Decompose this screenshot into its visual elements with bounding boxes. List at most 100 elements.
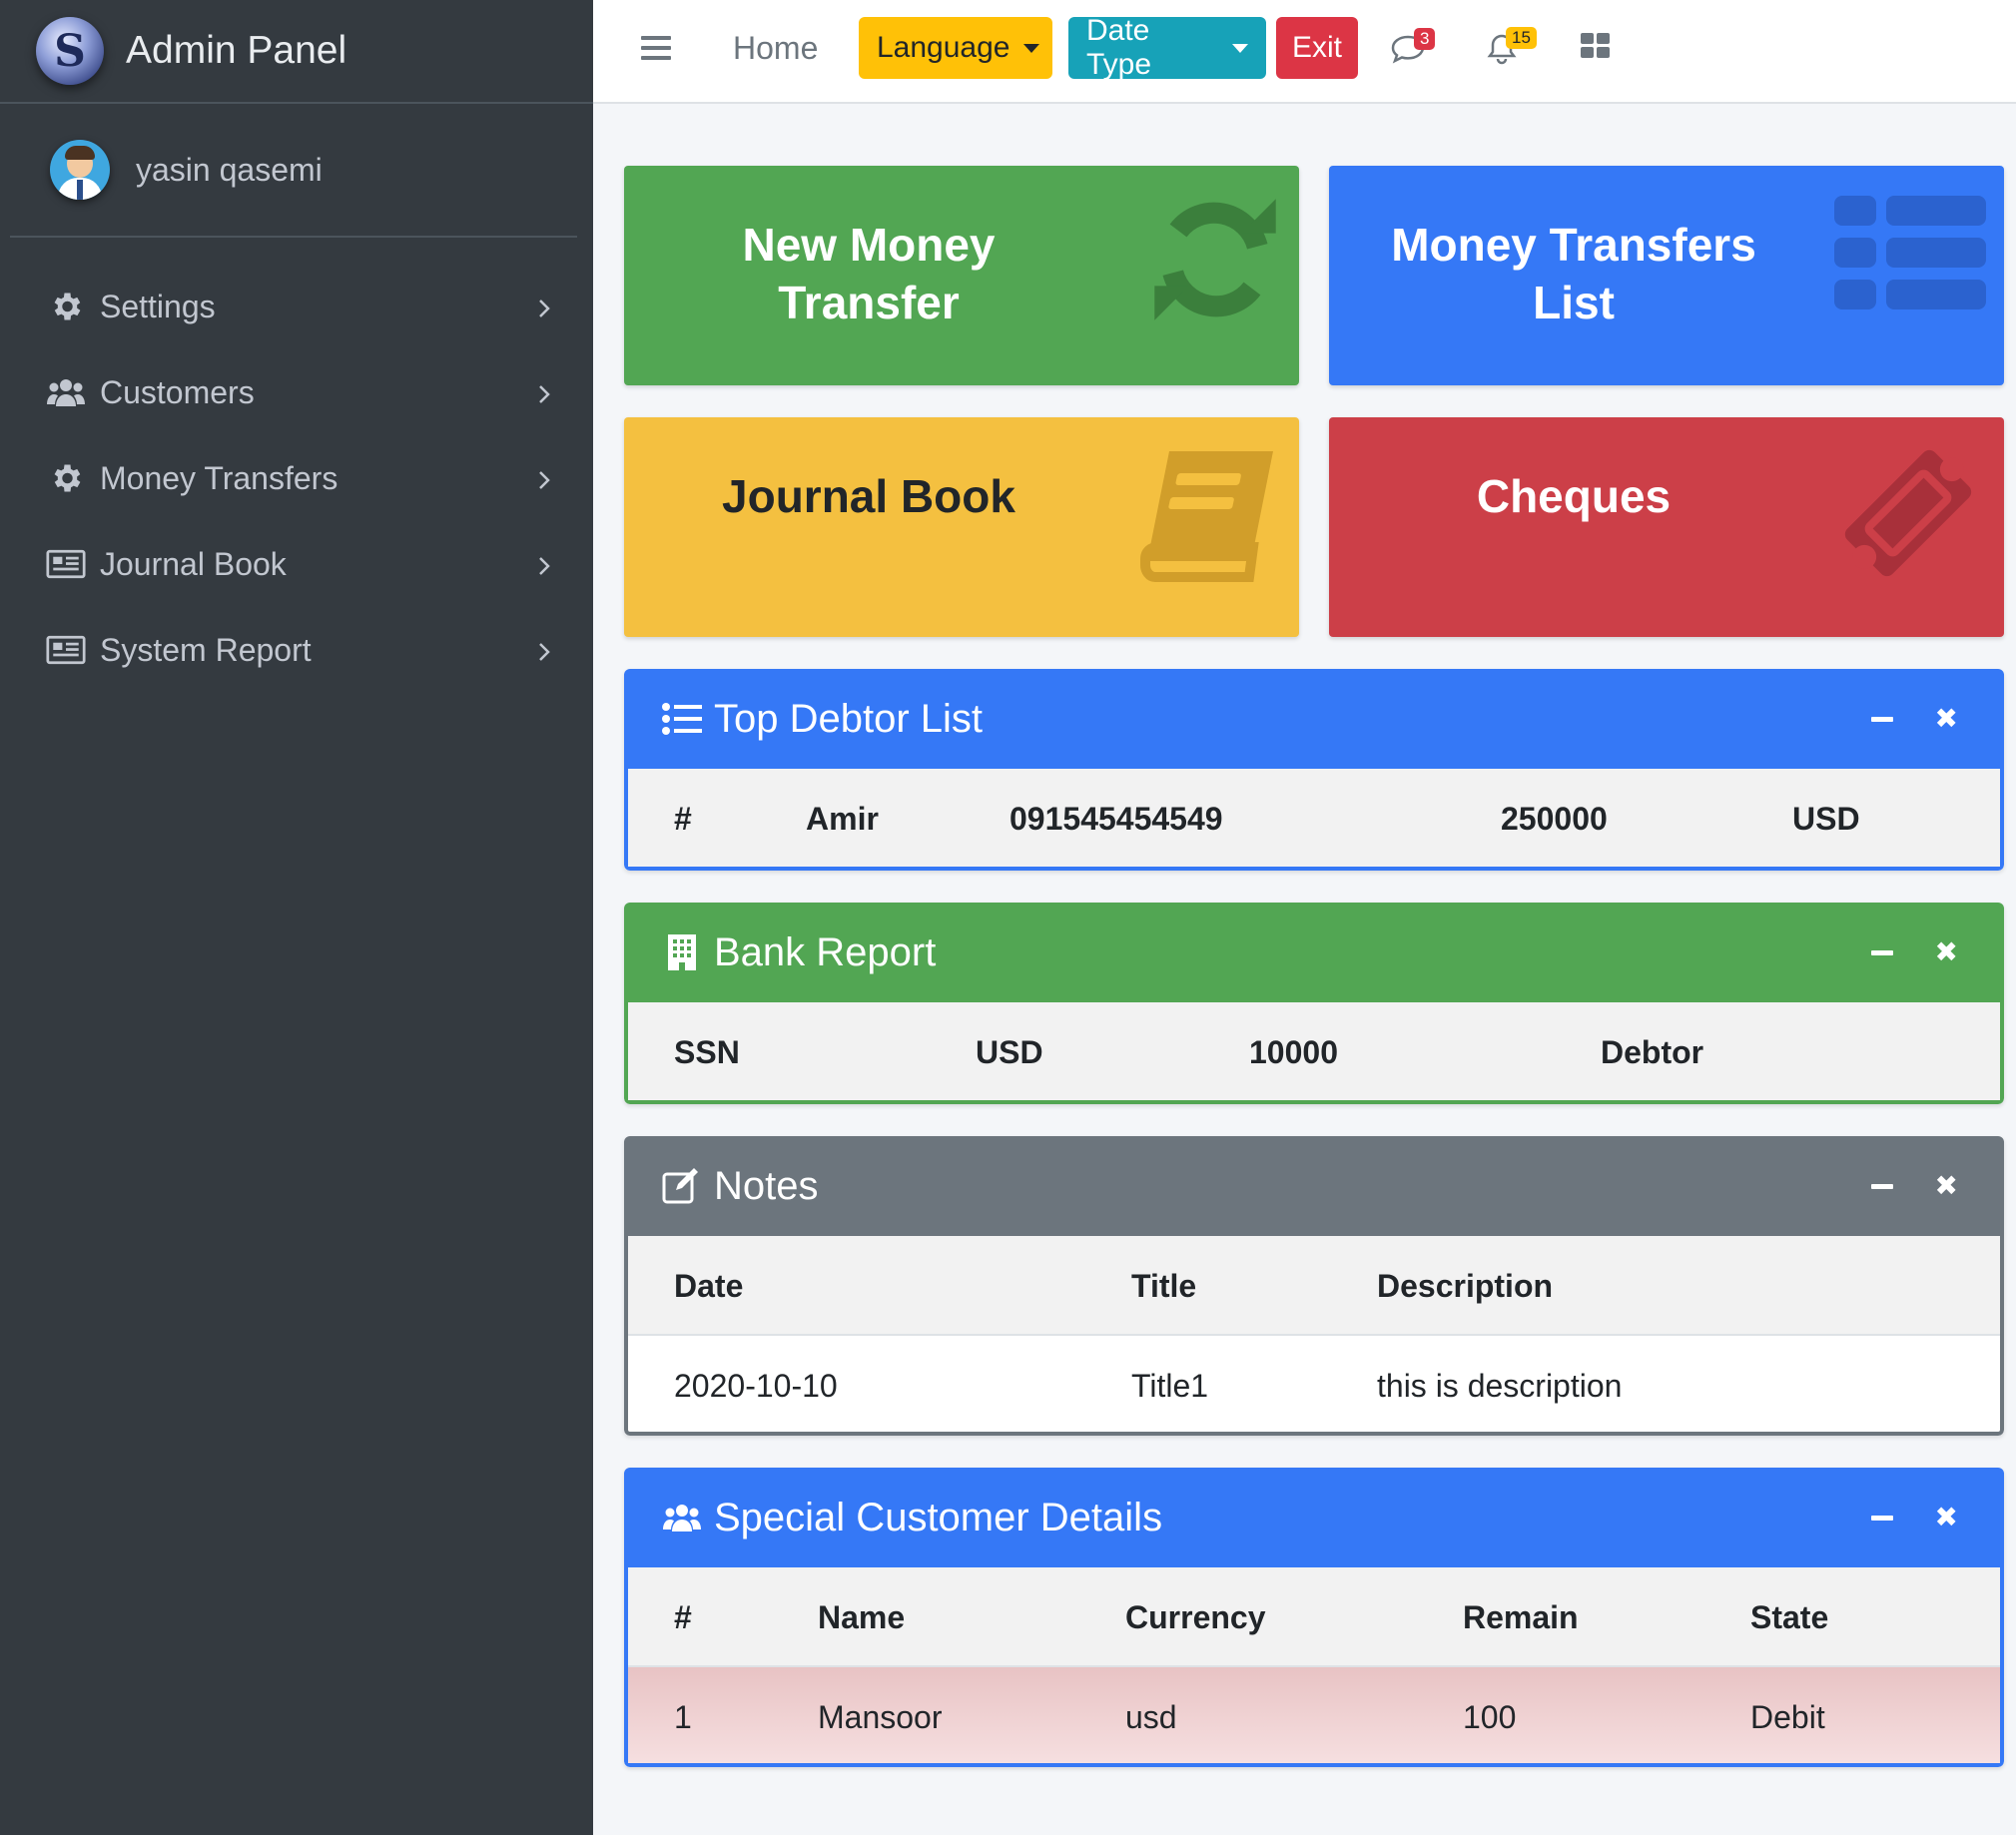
apps-grid-button[interactable]: [1580, 32, 1628, 76]
special-customer-card: Special Customer Details ✖ # Name Curren…: [624, 1468, 2004, 1767]
cell-currency: USD: [1792, 801, 1860, 837]
caret-down-icon: [1023, 43, 1040, 53]
card-body: # Amir 091545454549 250000 USD: [624, 769, 2004, 871]
close-icon[interactable]: ✖: [1935, 1172, 1958, 1200]
chevron-right-icon: [537, 549, 551, 586]
sidebar-item-customers[interactable]: Customers: [0, 349, 593, 435]
chevron-right-icon: [537, 463, 551, 500]
card-title: Notes: [714, 1163, 819, 1208]
card-body: Date Title Description 2020-10-10 Title1…: [624, 1236, 2004, 1436]
cell-num: #: [674, 801, 692, 837]
header-description: Description: [1377, 1268, 1554, 1304]
messages-button[interactable]: 3: [1390, 28, 1438, 74]
money-transfers-list-tile[interactable]: Money Transfers List: [1329, 166, 2004, 385]
journal-book-tile[interactable]: Journal Book: [624, 417, 1299, 637]
avatar: [50, 140, 110, 200]
gear-icon: [46, 458, 86, 498]
caret-down-icon: [1232, 43, 1248, 53]
brand-link[interactable]: S Admin Panel: [0, 0, 593, 104]
card-body: SSN USD 10000 Debtor: [624, 1002, 2004, 1104]
sidebar-item-journal-book[interactable]: Journal Book: [0, 521, 593, 607]
list-ul-icon: [662, 699, 702, 739]
user-panel[interactable]: yasin qasemi: [10, 104, 577, 238]
header-state: State: [1750, 1599, 1829, 1635]
cell-amount: 250000: [1501, 801, 1608, 837]
date-type-dropdown[interactable]: Date Type: [1068, 14, 1266, 81]
exit-button[interactable]: Exit: [1276, 17, 1358, 79]
language-label: Language: [877, 31, 1010, 64]
cell-state: Debtor: [1601, 1034, 1704, 1070]
date-type-label: Date Type: [1086, 14, 1152, 81]
gear-icon: [46, 287, 86, 326]
sidebar-item-label: System Report: [100, 631, 312, 668]
sync-icon: [1149, 194, 1281, 330]
users-icon: [46, 372, 86, 412]
header-remain: Remain: [1463, 1599, 1579, 1635]
table-row: 1 Mansoor usd 100 Debit: [628, 1665, 2000, 1763]
sidebar: S Admin Panel yasin qasemi Settings Cust…: [0, 0, 593, 1835]
sidebar-item-label: Customers: [100, 373, 255, 410]
cell-num: 1: [674, 1699, 692, 1735]
table-header-row: # Name Currency Remain State: [628, 1567, 2000, 1665]
card-header: Notes ✖: [624, 1136, 2004, 1236]
cell-phone: 091545454549: [1009, 801, 1223, 837]
top-navbar: Home Language Date Type Exit 3 15: [593, 0, 2016, 104]
tile-title: New Money Transfer: [742, 219, 996, 328]
notifications-button[interactable]: 15: [1486, 27, 1537, 74]
building-icon: [662, 932, 702, 972]
notifications-badge: 15: [1506, 27, 1537, 49]
tile-title: Cheques: [1476, 470, 1672, 522]
s-logo-icon: S: [36, 17, 104, 85]
card-tools: ✖: [1870, 938, 1958, 966]
notes-card: Notes ✖ Date Title Description 2020-10-1…: [624, 1136, 2004, 1436]
sidebar-item-label: Settings: [100, 288, 216, 324]
cell-name: Mansoor: [818, 1699, 943, 1735]
card-title: Special Customer Details: [714, 1495, 1163, 1539]
cell-date: 2020-10-10: [674, 1368, 838, 1404]
cell-name: Amir: [806, 801, 879, 837]
messages-badge: 3: [1414, 28, 1436, 50]
tile-title: Money Transfers List: [1391, 219, 1756, 328]
chevron-right-icon: [537, 635, 551, 672]
brand-title: Admin Panel: [126, 29, 347, 72]
table-row: SSN USD 10000 Debtor: [628, 1002, 2000, 1100]
close-icon[interactable]: ✖: [1935, 938, 1958, 966]
sidebar-item-label: Journal Book: [100, 545, 287, 582]
table-row: 2020-10-10 Title1 this is description: [628, 1334, 2000, 1432]
language-dropdown[interactable]: Language: [859, 17, 1052, 79]
sidebar-item-system-report[interactable]: System Report: [0, 607, 593, 693]
user-name[interactable]: yasin qasemi: [136, 152, 323, 189]
newspaper-icon: [46, 630, 86, 670]
collapse-minus-icon[interactable]: [1870, 716, 1893, 722]
edit-icon: [662, 1166, 702, 1206]
header-date: Date: [674, 1268, 744, 1304]
card-tools: ✖: [1870, 1504, 1958, 1531]
sidebar-item-settings[interactable]: Settings: [0, 264, 593, 349]
home-link[interactable]: Home: [733, 30, 818, 67]
collapse-minus-icon[interactable]: [1870, 1515, 1893, 1521]
collapse-minus-icon[interactable]: [1870, 949, 1893, 955]
sidebar-item-money-transfers[interactable]: Money Transfers: [0, 435, 593, 521]
top-debtor-card: Top Debtor List ✖ # Amir 091545454549 25…: [624, 669, 2004, 871]
cell-state: Debit: [1750, 1699, 1825, 1735]
chevron-right-icon: [537, 292, 551, 328]
cell-amount: 10000: [1249, 1034, 1338, 1070]
collapse-minus-icon[interactable]: [1870, 1183, 1893, 1189]
card-title: Bank Report: [714, 929, 937, 974]
table-header-row: Date Title Description: [628, 1236, 2000, 1334]
new-money-transfer-tile[interactable]: New Money Transfer: [624, 166, 1299, 385]
card-title: Top Debtor List: [714, 696, 984, 741]
ticket-icon: [1836, 441, 1980, 590]
sidebar-item-label: Money Transfers: [100, 459, 338, 496]
table-row: # Amir 091545454549 250000 USD: [628, 769, 2000, 867]
card-tools: ✖: [1870, 1172, 1958, 1200]
close-icon[interactable]: ✖: [1935, 1504, 1958, 1531]
close-icon[interactable]: ✖: [1935, 705, 1958, 733]
card-header: Top Debtor List ✖: [624, 669, 2004, 769]
header-name: Name: [818, 1599, 906, 1635]
cheques-tile[interactable]: Cheques: [1329, 417, 2004, 637]
hamburger-menu-icon[interactable]: [641, 36, 671, 60]
cell-currency: USD: [976, 1034, 1043, 1070]
newspaper-icon: [46, 544, 86, 584]
tile-title: Journal Book: [722, 470, 1015, 522]
